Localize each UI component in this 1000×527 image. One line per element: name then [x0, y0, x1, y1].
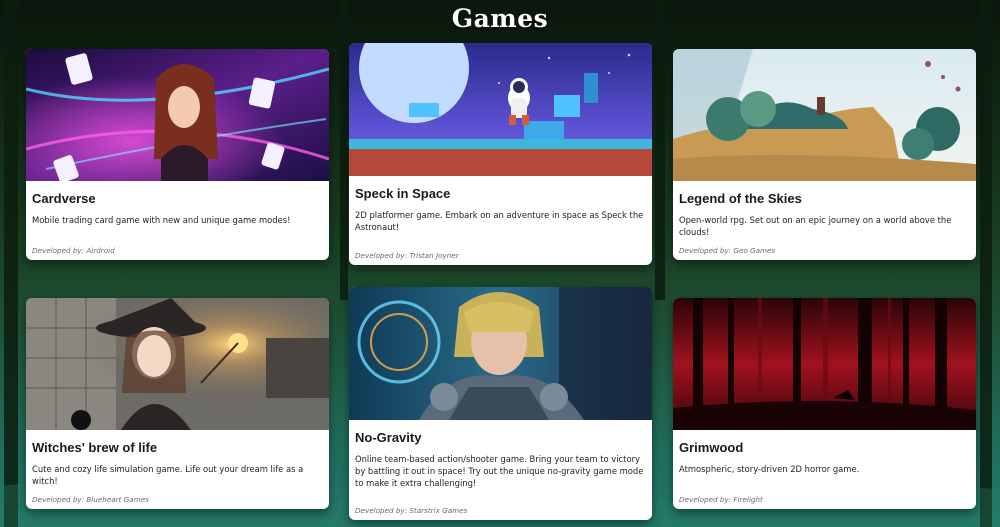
game-title: Grimwood — [679, 440, 744, 455]
game-image — [349, 43, 652, 176]
game-description: Online team-based action/shooter game. B… — [355, 454, 644, 488]
game-card-cardverse[interactable]: Cardverse Mobile trading card game with … — [26, 49, 329, 260]
game-image — [673, 49, 976, 181]
game-description: 2D platformer game. Embark on an adventu… — [355, 210, 644, 232]
game-title: No-Gravity — [355, 430, 422, 445]
game-developer: Developed by: Airdroid — [32, 246, 115, 255]
game-card-legend-of-the-skies[interactable]: Legend of the Skies Open-world rpg. Set … — [673, 49, 976, 260]
game-image — [673, 298, 976, 430]
game-description: Open-world rpg. Set out on an epic journ… — [679, 215, 952, 237]
game-developer: Developed by: Tristan Joyner — [355, 251, 459, 260]
game-image — [349, 287, 652, 420]
game-card-grimwood[interactable]: Grimwood Atmospheric, story-driven 2D ho… — [673, 298, 976, 509]
game-developer: Developed by: Firelight — [679, 495, 763, 504]
game-description: Mobile trading card game with new and un… — [32, 215, 291, 225]
game-card-no-gravity[interactable]: No-Gravity Online team-based action/shoo… — [349, 287, 652, 520]
game-image — [26, 298, 329, 430]
game-description: Atmospheric, story-driven 2D horror game… — [679, 464, 860, 474]
game-title: Cardverse — [32, 191, 96, 206]
page-title: Games — [451, 4, 549, 33]
game-title: Speck in Space — [355, 186, 451, 201]
game-developer: Developed by: Geo Games — [679, 246, 776, 255]
game-title: Legend of the Skies — [679, 191, 802, 206]
game-title: Witches' brew of life — [32, 440, 158, 455]
game-card-witches-brew-of-life[interactable]: Witches' brew of life Cute and cozy life… — [26, 298, 329, 509]
game-developer: Developed by: Starstrix Games — [355, 506, 468, 515]
game-image — [26, 49, 329, 181]
game-card-speck-in-space[interactable]: Speck in Space 2D platformer game. Embar… — [349, 43, 652, 265]
game-description: Cute and cozy life simulation game. Life… — [32, 464, 304, 486]
game-developer: Developed by: Blueheart Games — [32, 495, 149, 504]
